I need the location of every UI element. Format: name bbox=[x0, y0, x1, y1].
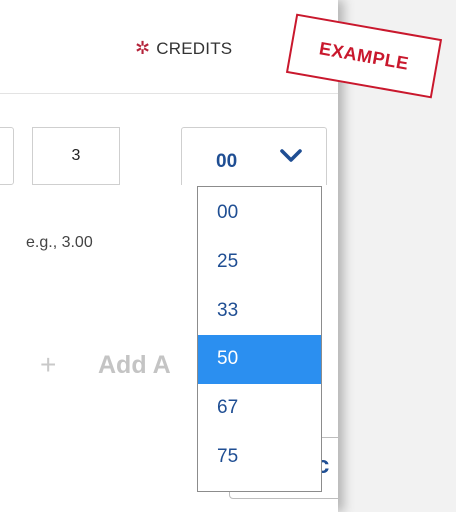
credits-label: CREDITS bbox=[156, 39, 233, 58]
dropdown-option-00[interactable]: 00 bbox=[198, 189, 321, 238]
dropdown-option-50[interactable]: 50 bbox=[198, 335, 321, 385]
plus-icon[interactable]: + bbox=[40, 349, 56, 381]
credits-decimal-select[interactable]: 00 bbox=[181, 127, 327, 185]
dropdown-option-25[interactable]: 25 bbox=[198, 238, 321, 287]
credits-column-header: ✲ CREDITS bbox=[135, 38, 232, 59]
credits-hint: e.g., 3.00 bbox=[26, 234, 93, 251]
dropdown-option-33[interactable]: 33 bbox=[198, 287, 321, 336]
previous-field-edge[interactable] bbox=[0, 127, 14, 185]
required-asterisk-icon: ✲ bbox=[135, 38, 151, 58]
credits-whole-input[interactable]: 3 bbox=[32, 127, 120, 185]
dropdown-option-75[interactable]: 75 bbox=[198, 433, 321, 482]
dropdown-option-67[interactable]: 67 bbox=[198, 384, 321, 433]
credits-card: ✲CREDITS 3 00 e.g., 3.00 + Add Ar c 0025… bbox=[0, 0, 338, 512]
decimal-dropdown-list[interactable]: 00 25 33 50 67 75 bbox=[197, 186, 322, 492]
header-divider bbox=[0, 93, 338, 94]
chevron-down-icon bbox=[280, 149, 302, 162]
decimal-select-value: 00 bbox=[216, 151, 238, 172]
